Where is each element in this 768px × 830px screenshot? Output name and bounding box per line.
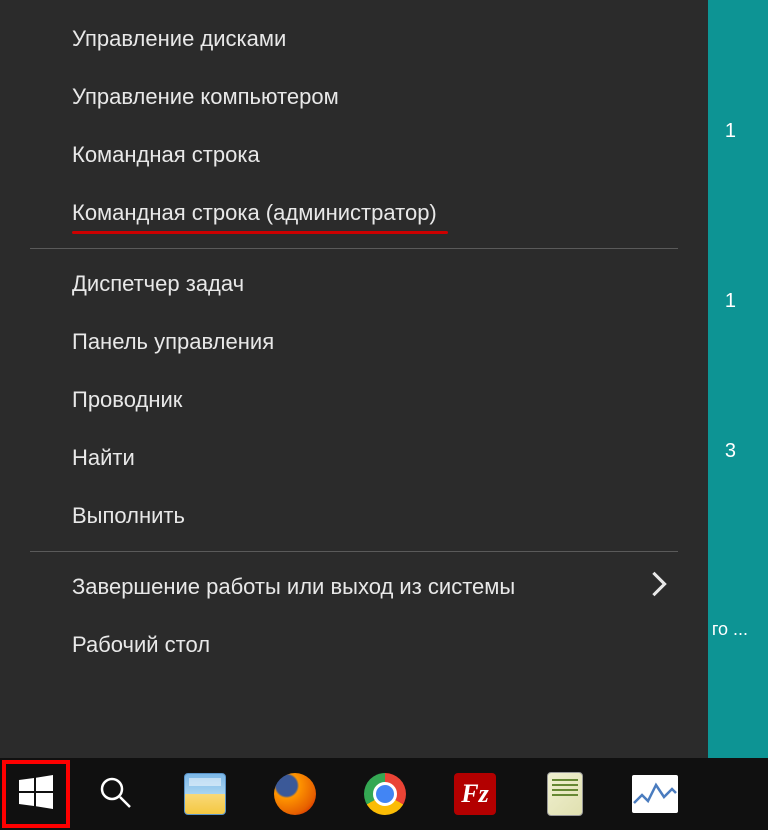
taskbar-app-resource-monitor[interactable] <box>610 758 700 830</box>
menu-item-label: Командная строка <box>72 142 260 168</box>
taskbar-app-firefox[interactable] <box>250 758 340 830</box>
desktop-icon-label: го ... <box>712 620 748 640</box>
start-button[interactable] <box>2 760 70 828</box>
menu-item-label: Проводник <box>72 387 182 413</box>
menu-item-label: Диспетчер задач <box>72 271 244 297</box>
menu-item-search[interactable]: Найти <box>0 429 708 487</box>
desktop-icon-label: 3 <box>725 440 736 463</box>
taskbar: Fz <box>0 758 768 830</box>
taskbar-app-chrome[interactable] <box>340 758 430 830</box>
menu-item-shutdown-signout[interactable]: Завершение работы или выход из системы <box>0 558 708 616</box>
menu-item-desktop[interactable]: Рабочий стол <box>0 616 708 674</box>
menu-item-run[interactable]: Выполнить <box>0 487 708 545</box>
chevron-right-icon <box>650 570 668 604</box>
menu-item-control-panel[interactable]: Панель управления <box>0 313 708 371</box>
menu-separator <box>30 248 678 249</box>
menu-separator <box>30 551 678 552</box>
taskbar-app-explorer[interactable] <box>160 758 250 830</box>
menu-item-file-explorer[interactable]: Проводник <box>0 371 708 429</box>
notepad-icon <box>547 772 583 816</box>
menu-item-label: Рабочий стол <box>72 632 210 658</box>
taskbar-app-notepad[interactable] <box>520 758 610 830</box>
menu-item-disk-management[interactable]: Управление дисками <box>0 10 708 68</box>
firefox-icon <box>274 773 316 815</box>
menu-item-label: Завершение работы или выход из системы <box>72 574 515 600</box>
menu-item-label: Панель управления <box>72 329 274 355</box>
menu-item-label: Командная строка (администратор) <box>72 200 437 226</box>
desktop-icon-label: 1 <box>725 120 736 143</box>
desktop-icon-label: 1 <box>725 290 736 313</box>
menu-item-label: Найти <box>72 445 135 471</box>
taskbar-search-button[interactable] <box>70 758 160 830</box>
menu-item-label: Управление компьютером <box>72 84 339 110</box>
menu-item-label: Управление дисками <box>72 26 286 52</box>
chrome-icon <box>364 773 406 815</box>
menu-item-command-prompt[interactable]: Командная строка <box>0 126 708 184</box>
menu-item-label: Выполнить <box>72 503 185 529</box>
search-icon <box>98 775 132 814</box>
menu-item-task-manager[interactable]: Диспетчер задач <box>0 255 708 313</box>
taskbar-app-filezilla[interactable]: Fz <box>430 758 520 830</box>
resource-monitor-icon <box>632 775 678 813</box>
windows-logo-icon <box>19 775 53 814</box>
filezilla-icon: Fz <box>454 773 496 815</box>
menu-item-command-prompt-admin[interactable]: Командная строка (администратор) <box>0 184 708 242</box>
file-explorer-icon <box>184 773 226 815</box>
winx-context-menu: Управление дисками Управление компьютеро… <box>0 0 708 758</box>
menu-item-computer-management[interactable]: Управление компьютером <box>0 68 708 126</box>
